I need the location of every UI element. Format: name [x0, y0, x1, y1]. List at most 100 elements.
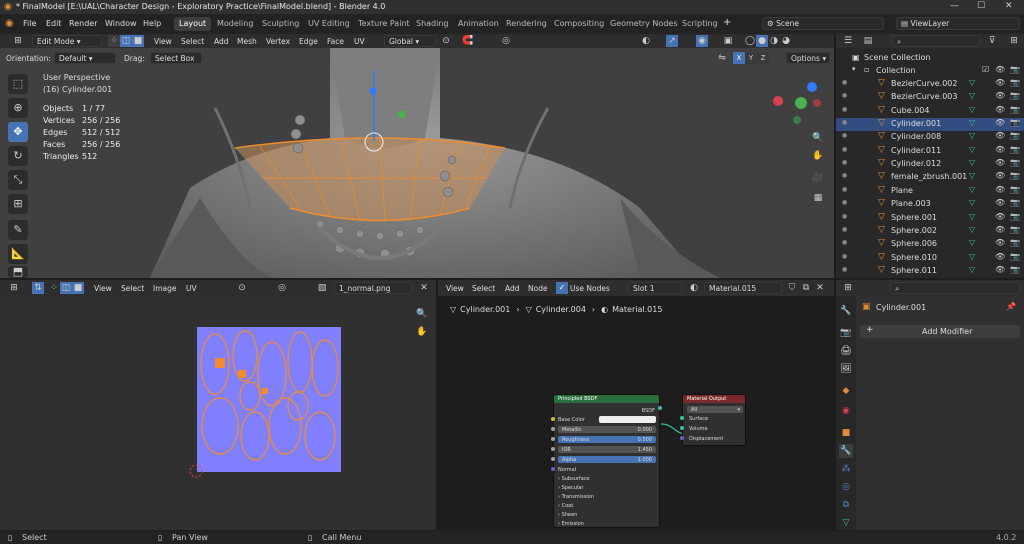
- constraints-tab-icon[interactable]: ⧉: [839, 498, 853, 512]
- tab-uv-editing[interactable]: UV Editing: [303, 17, 355, 31]
- eye-icon[interactable]: 👁: [995, 225, 1005, 234]
- tab-compositing[interactable]: Compositing: [549, 17, 609, 31]
- principled-bsdf-node[interactable]: Principled BSDF BSDF Base Color Metallic…: [553, 394, 660, 528]
- maximize-button[interactable]: ☐: [977, 1, 985, 11]
- outliner-item[interactable]: ● ▽ Cylinder.008 ▽ 👁 📷: [836, 131, 1024, 144]
- menu-window[interactable]: Window: [105, 19, 137, 28]
- proportional-edit-icon[interactable]: ◎: [500, 35, 512, 47]
- material-shading-icon[interactable]: ◑: [768, 35, 780, 47]
- tab-modeling[interactable]: Modeling: [212, 17, 258, 31]
- tab-scripting[interactable]: Scripting: [677, 17, 723, 31]
- view-layer-tab-icon[interactable]: 🖼: [839, 362, 853, 376]
- edge-select-icon[interactable]: ◫: [120, 35, 132, 47]
- eye-icon[interactable]: 👁: [995, 145, 1005, 154]
- 3d-viewport[interactable]: Orientation: Default ▾ Drag: Select Box …: [0, 48, 834, 278]
- outliner-item[interactable]: ● ▽ BezierCurve.003 ▽ 👁 📷: [836, 91, 1024, 104]
- uv-menu-uv[interactable]: UV: [186, 284, 197, 293]
- camera-icon[interactable]: 📷: [1010, 65, 1020, 74]
- pan-hand-icon[interactable]: ✋: [812, 150, 824, 162]
- wireframe-shading-icon[interactable]: ◯: [744, 35, 756, 47]
- outliner-editor-icon[interactable]: ☰: [842, 35, 854, 47]
- image-close-icon[interactable]: ✕: [418, 282, 430, 294]
- camera-icon[interactable]: 📷: [1010, 225, 1020, 234]
- orientation-selector[interactable]: Default ▾: [54, 52, 116, 64]
- properties-editor-icon[interactable]: ⊞: [842, 282, 854, 294]
- tab-rendering[interactable]: Rendering: [501, 17, 552, 31]
- camera-icon[interactable]: 📷: [1010, 105, 1020, 114]
- tab-shading[interactable]: Shading: [411, 17, 454, 31]
- modifier-tab-icon[interactable]: 🔧: [839, 444, 853, 458]
- camera-icon[interactable]: 📷: [1010, 78, 1020, 87]
- outliner-item[interactable]: ● ▽ BezierCurve.002 ▽ 👁 📷: [836, 78, 1024, 91]
- normal-socket[interactable]: [551, 467, 555, 471]
- panel-coat[interactable]: › Coat: [558, 503, 573, 509]
- eye-icon[interactable]: 👁: [995, 131, 1005, 140]
- outliner-search-input[interactable]: ⌕: [892, 35, 980, 47]
- image-name-field[interactable]: 1_normal.png: [334, 282, 412, 294]
- alpha-socket[interactable]: [551, 457, 555, 461]
- viewport-menu-select[interactable]: Select: [181, 37, 204, 46]
- outliner-item[interactable]: ● ▽ Cube.004 ▽ 👁 📷: [836, 105, 1024, 118]
- ior-slider[interactable]: IOR 1.450: [558, 446, 656, 453]
- close-button[interactable]: ✕: [1005, 1, 1013, 11]
- roughness-slider[interactable]: Roughness 0.500: [558, 436, 656, 443]
- pin-icon[interactable]: 📌: [1006, 302, 1016, 311]
- uv-edge-select-icon[interactable]: ◫: [60, 282, 72, 294]
- collection-checkbox[interactable]: ☑: [982, 65, 989, 74]
- camera-icon[interactable]: 📷: [1010, 131, 1020, 140]
- volume-socket[interactable]: [680, 426, 684, 430]
- bsdf-output-socket[interactable]: [658, 406, 662, 410]
- mirror-x-toggle[interactable]: X: [733, 52, 745, 64]
- node-menu-node[interactable]: Node: [528, 284, 548, 293]
- panel-emission[interactable]: › Emission: [558, 521, 584, 527]
- mode-selector[interactable]: Edit Mode ▾: [32, 35, 102, 47]
- outliner-item[interactable]: ● ▽ Sphere.011 ▽ 👁 📷: [836, 265, 1024, 278]
- panel-subsurface[interactable]: › Subsurface: [558, 476, 590, 482]
- display-mode-icon[interactable]: ▤: [862, 35, 874, 47]
- outliner-item[interactable]: ● ▽ Sphere.001 ▽ 👁 📷: [836, 212, 1024, 225]
- cursor-tool-icon[interactable]: ⊕: [8, 98, 28, 118]
- image-browse-icon[interactable]: ▧: [316, 282, 328, 294]
- data-tab-icon[interactable]: ▽: [839, 516, 853, 530]
- transform-orientation[interactable]: Global ▾: [384, 35, 436, 47]
- tab-animation[interactable]: Animation: [453, 17, 504, 31]
- camera-icon[interactable]: 📷: [1010, 265, 1020, 274]
- mirror-y-toggle[interactable]: Y: [745, 52, 757, 64]
- output-target-selector[interactable]: All ▾: [687, 406, 743, 413]
- rotate-tool-icon[interactable]: ↻: [8, 146, 28, 166]
- eye-icon[interactable]: 👁: [995, 118, 1005, 127]
- camera-icon[interactable]: 📷: [1010, 212, 1020, 221]
- vertex-select-icon[interactable]: ⁘: [108, 35, 120, 47]
- surface-socket[interactable]: [680, 416, 684, 420]
- outliner-scene-collection[interactable]: ▣ Scene Collection: [836, 52, 1024, 65]
- fake-user-icon[interactable]: ⛉: [786, 282, 798, 294]
- panel-transmission[interactable]: › Transmission: [558, 494, 594, 500]
- view-layer-selector[interactable]: ▤ ViewLayer: [896, 17, 1020, 30]
- uv-pan-icon[interactable]: ✋: [416, 326, 428, 338]
- ortho-grid-icon[interactable]: ▦: [812, 192, 824, 204]
- uv-vertex-select-icon[interactable]: ⁘: [48, 282, 60, 294]
- move-tool-icon[interactable]: ✥: [8, 122, 28, 142]
- node-menu-select[interactable]: Select: [472, 284, 495, 293]
- scene-tab-icon[interactable]: ◆: [839, 384, 853, 398]
- pivot-icon[interactable]: ⊙: [440, 35, 452, 47]
- properties-search-input[interactable]: ⌕: [890, 282, 1020, 294]
- overlay-toggle-icon[interactable]: ◉: [696, 35, 708, 47]
- viewport-menu-mesh[interactable]: Mesh: [237, 37, 257, 46]
- panel-sheen[interactable]: › Sheen: [558, 512, 577, 518]
- uv-menu-image[interactable]: Image: [153, 284, 177, 293]
- gizmo-toggle-icon[interactable]: ↗: [666, 35, 678, 47]
- outliner-item[interactable]: ● ▽ Plane ▽ 👁 📷: [836, 185, 1024, 198]
- metallic-socket[interactable]: [551, 427, 555, 431]
- eye-icon[interactable]: 👁: [995, 265, 1005, 274]
- zoom-icon[interactable]: 🔍: [812, 132, 824, 144]
- menu-file[interactable]: File: [23, 19, 36, 28]
- unlink-material-icon[interactable]: ✕: [814, 282, 826, 294]
- rendered-shading-icon[interactable]: ◕: [780, 35, 792, 47]
- outliner-item[interactable]: ● ▽ female_zbrush.001 ▽ 👁 📷: [836, 171, 1024, 184]
- uv-menu-select[interactable]: Select: [121, 284, 144, 293]
- render-tab-icon[interactable]: 📷: [839, 326, 853, 340]
- eye-icon[interactable]: 👁: [995, 105, 1005, 114]
- eye-icon[interactable]: 👁: [995, 185, 1005, 194]
- material-name-field[interactable]: Material.015: [704, 282, 782, 294]
